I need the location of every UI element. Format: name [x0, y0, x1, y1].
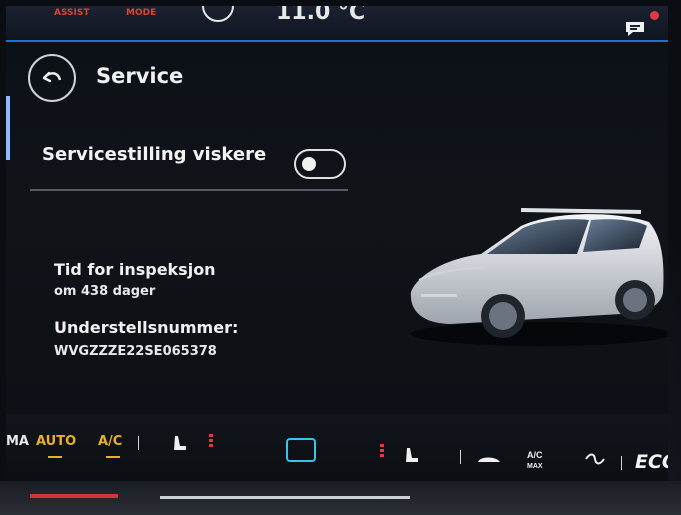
notification-icon[interactable] — [624, 20, 646, 38]
back-arrow-icon — [42, 71, 62, 83]
divider — [30, 189, 348, 191]
status-bar: ASSIST MODE 11.0 °C — [6, 6, 668, 42]
separator — [138, 436, 139, 450]
auto-button[interactable]: AUTO — [36, 434, 76, 449]
ambient-light-red — [30, 494, 118, 498]
toggle-knob — [302, 157, 316, 171]
car-illustration — [410, 208, 668, 346]
vin-value: WVGZZZE22SE065378 — [54, 344, 217, 359]
front-defrost-button[interactable] — [286, 438, 316, 462]
wiper-service-toggle[interactable] — [294, 149, 346, 179]
inspection-label: Tid for inspeksjon — [54, 260, 216, 279]
infotainment-screen: ASSIST MODE 11.0 °C Service Servicestill… — [6, 6, 668, 481]
vin-label: Understellsnummer: — [54, 318, 239, 337]
seat-heat-right-icon[interactable] — [402, 444, 424, 466]
seat-heat-icon[interactable] — [170, 432, 192, 454]
back-button[interactable] — [28, 54, 76, 102]
notification-badge — [650, 11, 659, 20]
svg-text:A/C: A/C — [527, 450, 543, 460]
outside-temperature: 11.0 °C — [276, 6, 366, 25]
recirculation-icon[interactable] — [476, 452, 502, 466]
separator — [460, 450, 461, 464]
seat-heat-level-left — [209, 434, 213, 449]
status-dial-icon[interactable] — [202, 6, 234, 22]
auto-indicator — [48, 456, 62, 458]
svg-text:MAX: MAX — [527, 463, 543, 470]
mode-label[interactable]: MODE — [126, 8, 156, 18]
separator — [621, 456, 622, 470]
wiper-service-label: Servicestilling viskere — [42, 144, 267, 165]
ac-button[interactable]: A/C — [98, 434, 122, 449]
edge-accent — [6, 96, 10, 160]
ac-indicator — [106, 456, 120, 458]
climate-partial-label: MA — [6, 434, 29, 449]
ambient-light-white — [160, 496, 410, 499]
eco-mode-button[interactable]: ECO — [635, 451, 668, 473]
ac-max-icon[interactable]: A/C MAX — [526, 448, 548, 470]
seat-heat-level-right — [380, 444, 384, 459]
climate-bar: MA AUTO A/C A/C MAX ECO — [6, 414, 668, 481]
fan-icon[interactable] — [584, 452, 606, 466]
page-title: Service — [96, 64, 184, 88]
inspection-value: om 438 dager — [54, 284, 156, 299]
assist-label[interactable]: ASSIST — [54, 8, 90, 18]
